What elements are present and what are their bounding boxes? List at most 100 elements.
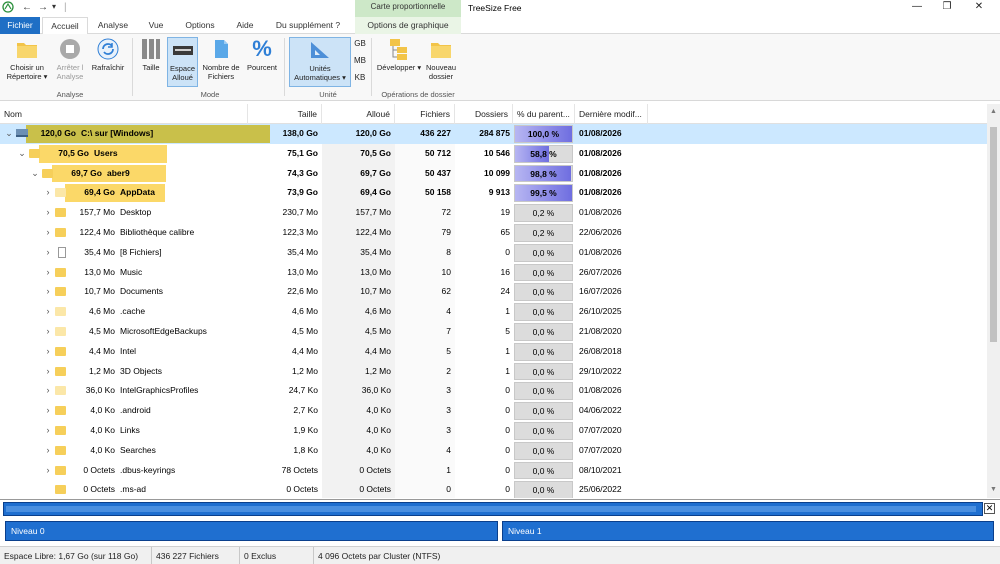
col-folders[interactable]: Dossiers xyxy=(455,104,513,124)
mode-file-count-button[interactable]: Nombre de Fichiers xyxy=(200,37,242,81)
expand-chevron-icon[interactable]: › xyxy=(43,282,53,302)
collapse-chevron-icon[interactable]: ⌄ xyxy=(30,164,40,184)
minimize-icon[interactable]: — xyxy=(902,1,932,15)
maximize-icon[interactable]: ❐ xyxy=(932,1,962,15)
tree-row[interactable]: ⌄ 70,5 Go Users 75,1 Go 70,5 Go 50 712 10 546 5… xyxy=(0,144,987,164)
tab-fichier[interactable]: Fichier xyxy=(0,17,40,34)
expand-chevron-icon[interactable]: › xyxy=(43,302,53,322)
row-allocated: 69,4 Go xyxy=(360,187,391,198)
tree-row[interactable]: › 35,4 Mo [8 Fichiers] 35,4 Mo 35,4 Mo 8 0 0,0 … xyxy=(0,243,987,263)
group-analyse-label: Analyse xyxy=(56,90,84,99)
col-percent-parent[interactable]: % du parent... xyxy=(513,104,575,124)
percent-text: 0,0 % xyxy=(532,307,555,318)
file-stack-icon xyxy=(209,37,233,61)
tree-row[interactable]: › 4,4 Mo Intel 4,4 Mo 4,4 Mo 5 1 0,0 % 26/08/201… xyxy=(0,342,987,362)
expand-chevron-icon[interactable]: › xyxy=(43,441,53,461)
mode-size-button[interactable]: Taille xyxy=(137,37,165,72)
tree-row[interactable]: › 36,0 Ko IntelGraphicsProfiles 24,7 Ko 36,0… xyxy=(0,381,987,401)
row-size-label: 4,0 Ko xyxy=(90,444,115,455)
percent-bar: 0,0 % xyxy=(514,243,573,262)
quick-access-dropdown-icon[interactable]: ▾ xyxy=(52,2,56,11)
vertical-scrollbar[interactable]: ▲ ▼ xyxy=(987,104,1000,498)
row-allocated: 157,7 Mo xyxy=(355,207,391,218)
auto-units-button[interactable]: Unités Automatiques ▾ xyxy=(289,37,351,87)
tree-row[interactable]: › 4,0 Ko Searches 1,8 Ko 4,0 Ko 4 0 0,0 % 07/07/… xyxy=(0,441,987,461)
scroll-up-icon[interactable]: ▲ xyxy=(990,108,997,115)
tree-row[interactable]: › 122,4 Mo Bibliothèque calibre 122,3 Mo 122… xyxy=(0,223,987,243)
collapse-chevron-icon[interactable]: ⌄ xyxy=(17,144,27,164)
mode-percent-button[interactable]: % Pourcent xyxy=(244,37,280,73)
row-date: 25/06/2022 xyxy=(579,484,622,495)
tree-row[interactable]: › 10,7 Mo Documents 22,6 Mo 10,7 Mo 62 24 0,0 %… xyxy=(0,282,987,302)
tree-row[interactable]: › 4,0 Ko .android 2,7 Ko 4,0 Ko 3 0 0,0 % 04/06/… xyxy=(0,401,987,421)
close-panel-icon[interactable]: ✕ xyxy=(984,503,995,514)
tab-aide[interactable]: Aide xyxy=(229,17,261,34)
scroll-thumb[interactable] xyxy=(990,127,997,342)
collapse-chevron-icon[interactable]: ⌄ xyxy=(4,124,14,144)
tree-row[interactable]: › 4,6 Mo .cache 4,6 Mo 4,6 Mo 4 1 0,0 % 26/10/20… xyxy=(0,302,987,322)
unit-kb-button[interactable]: KB xyxy=(353,73,367,82)
col-allocated[interactable]: Alloué xyxy=(322,104,395,124)
expand-button[interactable]: Développer ▾ xyxy=(376,37,422,72)
folder-icon xyxy=(55,445,66,455)
mode-allocated-button[interactable]: Espace Alloué xyxy=(167,37,198,87)
tab-options-graphique[interactable]: Options de graphique xyxy=(355,17,461,34)
col-last-modified[interactable]: Dernière modif... xyxy=(575,104,648,124)
expand-chevron-icon[interactable]: › xyxy=(43,381,53,401)
expand-chevron-icon[interactable]: › xyxy=(43,421,53,441)
unit-gb-button[interactable]: GB xyxy=(353,39,367,48)
col-name[interactable]: Nom xyxy=(0,104,248,124)
expand-chevron-icon[interactable]: › xyxy=(43,342,53,362)
tab-du-supplement[interactable]: Du supplément ? xyxy=(268,17,348,34)
expand-chevron-icon[interactable]: › xyxy=(43,362,53,382)
refresh-button[interactable]: Rafraîchir xyxy=(89,37,127,72)
row-allocated: 35,4 Mo xyxy=(360,246,391,257)
row-size-label: 157,7 Mo xyxy=(79,207,115,218)
row-name: Music xyxy=(120,266,143,277)
forward-arrow-icon[interactable]: → xyxy=(38,2,48,13)
tree-row[interactable]: ⌄ 120,0 Go C:\ sur [Windows] 138,0 Go 120,0 … xyxy=(0,124,987,144)
tree-row[interactable]: 0 Octets .ms-ad 0 Octets 0 Octets 0 0 0,0 % 25/… xyxy=(0,480,987,498)
row-folders: 0 xyxy=(505,484,510,495)
tab-analyse[interactable]: Analyse xyxy=(91,17,135,34)
expand-chevron-icon[interactable]: › xyxy=(43,322,53,342)
expand-chevron-icon[interactable]: › xyxy=(43,183,53,203)
tree-row[interactable]: › 4,5 Mo MicrosoftEdgeBackups 4,5 Mo 4,5 Mo 7… xyxy=(0,322,987,342)
row-folders: 5 xyxy=(505,326,510,336)
row-folders: 0 xyxy=(505,246,510,257)
expand-chevron-icon[interactable]: › xyxy=(43,263,53,283)
row-size: 73,9 Go xyxy=(287,187,318,198)
new-folder-button[interactable]: Nouveau dossier xyxy=(423,37,459,81)
percent-text: 99,5 % xyxy=(530,188,557,199)
choose-directory-button[interactable]: Choisir un Répertoire ▾ xyxy=(4,37,50,81)
tree-row[interactable]: › 1,2 Mo 3D Objects 1,2 Mo 1,2 Mo 2 1 0,0 % 29/1… xyxy=(0,362,987,382)
treemap-bar[interactable] xyxy=(3,502,983,516)
expand-chevron-icon[interactable]: › xyxy=(43,401,53,421)
tree-row[interactable]: ⌄ 69,7 Go aber9 74,3 Go 69,7 Go 50 437 10 099 9… xyxy=(0,164,987,184)
expand-chevron-icon[interactable]: › xyxy=(43,203,53,223)
scroll-down-icon[interactable]: ▼ xyxy=(990,486,997,493)
expand-chevron-icon[interactable]: › xyxy=(43,461,53,481)
tree-row[interactable]: › 13,0 Mo Music 13,0 Mo 13,0 Mo 10 16 0,0 % 26/0… xyxy=(0,263,987,283)
close-icon[interactable]: ✕ xyxy=(964,1,994,15)
unit-mb-button[interactable]: MB xyxy=(353,56,367,65)
row-date: 01/08/2026 xyxy=(579,246,622,257)
col-size[interactable]: Taille xyxy=(248,104,322,124)
expand-chevron-icon[interactable]: › xyxy=(43,243,53,263)
tab-vue[interactable]: Vue xyxy=(140,17,172,34)
level-0-bar[interactable]: Niveau 0 xyxy=(5,521,498,541)
stop-analysis-button[interactable]: Arrêter l Analyse xyxy=(53,37,87,81)
expand-chevron-icon[interactable]: › xyxy=(43,223,53,243)
tab-options[interactable]: Options xyxy=(178,17,222,34)
level-1-bar[interactable]: Niveau 1 xyxy=(502,521,994,541)
tree-row[interactable]: › 157,7 Mo Desktop 230,7 Mo 157,7 Mo 72 19 0,2 … xyxy=(0,203,987,223)
tree-row[interactable]: › 0 Octets .dbus-keyrings 78 Octets 0 Octets… xyxy=(0,461,987,481)
percent-text: 0,0 % xyxy=(532,267,555,278)
percent-bar: 0,0 % xyxy=(514,303,573,321)
col-files[interactable]: Fichiers xyxy=(395,104,455,124)
row-date: 01/08/2026 xyxy=(579,207,622,218)
tree-row[interactable]: › 69,4 Go AppData 73,9 Go 69,4 Go 50 158 9 913… xyxy=(0,183,987,203)
tab-accueil[interactable]: Accueil xyxy=(42,17,88,35)
tree-row[interactable]: › 4,0 Ko Links 1,9 Ko 4,0 Ko 3 0 0,0 % 07/07/202… xyxy=(0,421,987,441)
back-arrow-icon[interactable]: ← xyxy=(22,2,32,13)
